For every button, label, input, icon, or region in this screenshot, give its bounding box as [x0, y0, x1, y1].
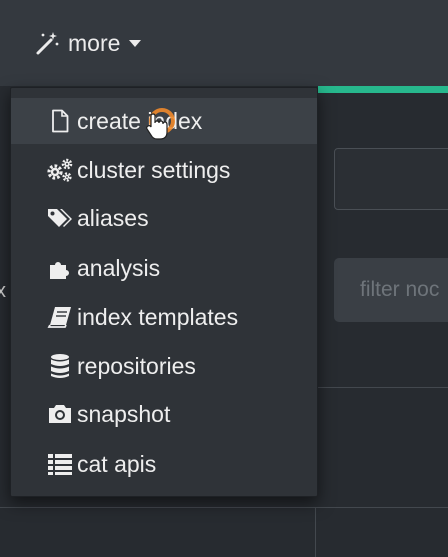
menu-item-aliases[interactable]: aliases [11, 195, 317, 241]
list-icon [44, 448, 76, 480]
menu-item-repositories[interactable]: repositories [11, 343, 317, 389]
menu-item-label: create index [77, 107, 203, 134]
menu-item-label: analysis [77, 254, 161, 281]
menu-item-label: repositories [77, 352, 196, 379]
active-tab-underline [318, 86, 448, 93]
menu-item-cluster-settings[interactable]: cluster settings [11, 147, 317, 193]
menu-item-cat-apis[interactable]: cat apis [11, 441, 317, 487]
more-menu-toggle[interactable]: more [34, 26, 142, 60]
background-divider-bottom [0, 507, 448, 508]
database-icon [44, 350, 76, 382]
menu-item-label: cluster settings [77, 156, 231, 183]
more-dropdown-menu: create index cluster settings aliases an… [10, 87, 318, 497]
menu-item-analysis[interactable]: analysis [11, 245, 317, 291]
menu-item-index-templates[interactable]: index templates [11, 294, 317, 340]
top-navbar: more [0, 0, 448, 86]
menu-item-create-index[interactable]: create index [11, 98, 317, 144]
cogs-icon [44, 154, 76, 186]
more-label: more [68, 29, 121, 56]
filter-nodes-input[interactable]: filter noc [334, 258, 448, 322]
menu-item-label: snapshot [77, 400, 171, 427]
background-divider [318, 387, 448, 388]
background-partial-text: x [0, 280, 6, 302]
book-icon [44, 301, 76, 333]
file-icon [44, 105, 76, 137]
background-column-divider [315, 507, 316, 557]
caret-down-icon [128, 38, 142, 48]
background-input-box[interactable] [334, 148, 448, 210]
puzzle-icon [44, 252, 76, 284]
menu-item-snapshot[interactable]: snapshot [11, 391, 317, 437]
menu-item-label: aliases [77, 204, 149, 231]
menu-item-label: cat apis [77, 450, 157, 477]
menu-item-label: index templates [77, 303, 239, 330]
tags-icon [44, 202, 76, 234]
magic-wand-icon [34, 30, 60, 56]
camera-icon [44, 398, 76, 430]
